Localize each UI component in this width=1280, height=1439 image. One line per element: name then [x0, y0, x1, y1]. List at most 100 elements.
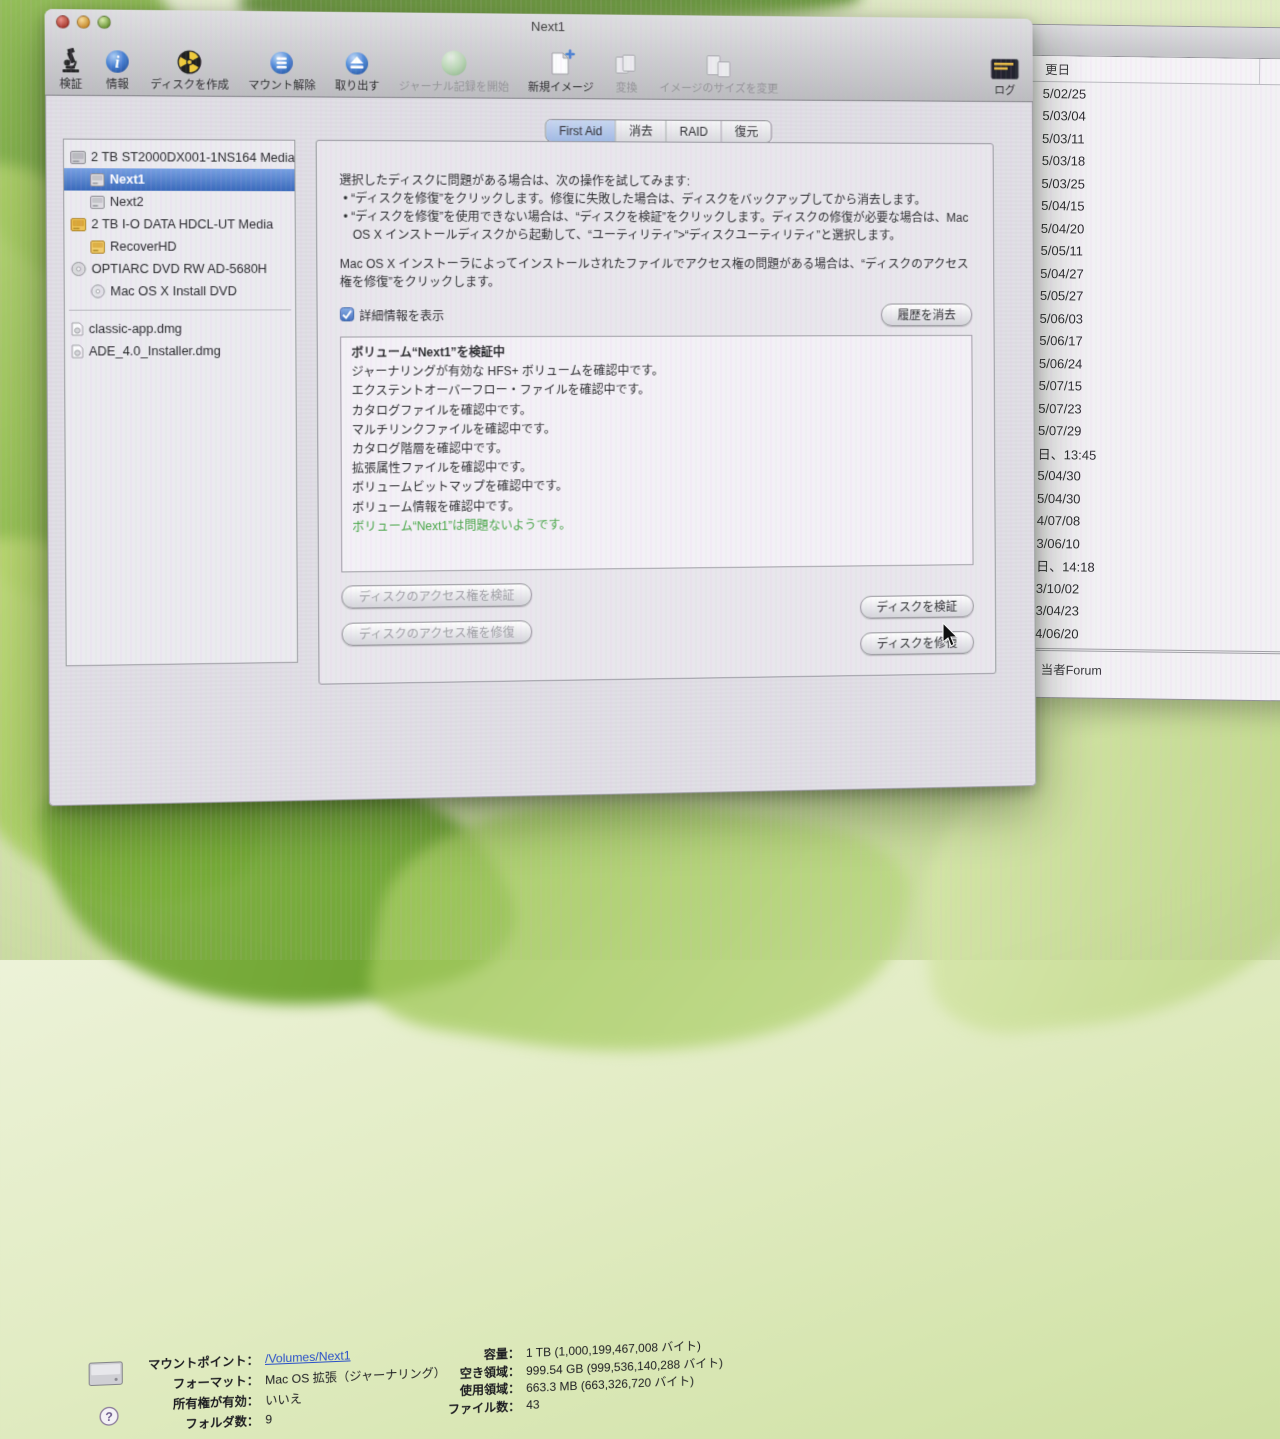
cell-size: 20 KB: [1255, 314, 1280, 331]
sidebar-item[interactable]: Mac OS X Install DVD: [65, 280, 295, 303]
optical-drive-icon: [71, 262, 87, 276]
device-sidebar: 2 TB ST2000DX001-1NS164 Media Next1 Next…: [63, 139, 298, 667]
cell-modified-date: 3/10/02: [1000, 580, 1252, 599]
cell-modified-date: 5/05/27: [1004, 288, 1256, 307]
sidebar-item[interactable]: OPTIARC DVD RW AD-5680H: [65, 258, 295, 280]
cell-size: 12 KB: [1252, 584, 1280, 601]
cell-modified-date: 5/07/15: [1003, 378, 1255, 397]
cell-modified-date: 5/04/20: [1005, 220, 1257, 239]
background-window-footer: 当者Forum: [999, 647, 1280, 682]
verify-disk-button[interactable]: ディスクを検証: [860, 595, 974, 619]
cell-size: 20 KB: [1259, 89, 1280, 106]
toolbar-button[interactable]: 新規イメージ: [528, 48, 594, 95]
sidebar-item[interactable]: 2 TB ST2000DX001-1NS164 Media: [64, 146, 294, 169]
toolbar-button[interactable]: ディスクを作成: [150, 45, 229, 93]
toolbar-button[interactable]: マウント解除: [248, 45, 316, 93]
toolbar-button[interactable]: ログ: [990, 52, 1019, 98]
tab[interactable]: 消去: [615, 120, 666, 141]
log-icon: [990, 52, 1019, 82]
cell-size: 20 KB: [1255, 336, 1280, 353]
verification-log[interactable]: ボリューム“Next1”を検証中ジャーナリングが有効な HFS+ ボリュームを確…: [340, 335, 973, 573]
volume-info-footer: ? マウントポイント： /Volumes/Next1 フォーマット： Mac O…: [49, 658, 1035, 806]
table-row[interactable]: 4/06/20 --: [999, 621, 1280, 649]
cell-size: 12 KB: [1251, 606, 1280, 623]
cell-size: 16 KB: [1252, 539, 1280, 556]
close-button[interactable]: [56, 15, 70, 28]
mouse-cursor: [940, 622, 962, 653]
help-button[interactable]: ?: [99, 1406, 120, 1432]
toolbar: 検証 i 情報 ディスクを作成 マウント解除 取り出す ジャーナル記録を開始 新…: [45, 32, 1033, 103]
cell-modified-date: 5/03/11: [1006, 130, 1258, 149]
sidebar-item[interactable]: RecoverHD: [64, 235, 294, 258]
clear-history-button[interactable]: 履歴を消去: [881, 303, 972, 326]
first-aid-intro: 選択したディスクに問題がある場合は、次の操作を試してみます:: [339, 171, 971, 191]
cell-size: 20 KB: [1256, 246, 1280, 263]
tab[interactable]: 復元: [721, 121, 771, 142]
convert-icon: [612, 49, 640, 79]
repair-permissions-button[interactable]: ディスクのアクセス権を修復: [342, 620, 532, 646]
sidebar-item[interactable]: 2 TB I-O DATA HDCL-UT Media: [64, 213, 294, 236]
info-icon: i: [104, 44, 131, 75]
sidebar-divider: [69, 309, 291, 310]
cell-size: 20 KB: [1258, 134, 1280, 151]
cell-modified-date: 5/03/18: [1006, 153, 1258, 172]
sidebar-item[interactable]: ADE_4.0_Installer.dmg: [65, 340, 295, 363]
mount-point-link[interactable]: /Volumes/Next1: [265, 1348, 351, 1366]
cell-size: --: [1252, 561, 1280, 578]
sidebar-item[interactable]: classic-app.dmg: [65, 317, 295, 340]
cell-size: 45 KB: [1253, 494, 1280, 511]
cell-modified-date: 4/06/20: [999, 625, 1251, 644]
cell-modified-date: 5/07/23: [1002, 400, 1254, 419]
verify-permissions-button[interactable]: ディスクのアクセス権を検証: [341, 583, 531, 608]
tab[interactable]: RAID: [666, 121, 721, 142]
tab-bar: First Aid消去RAID復元: [545, 119, 772, 143]
cell-size: 20 KB: [1258, 111, 1280, 128]
first-aid-bullet: • “ディスクを修復”を使用できない場合は、“ディスクを検証”をクリックします。…: [339, 207, 971, 244]
cell-modified-date: 5/03/25: [1005, 175, 1257, 194]
journal-icon: [439, 47, 469, 77]
window-content: First Aid消去RAID復元 2 TB ST2000DX001-1NS16…: [45, 96, 1036, 807]
cell-size: 20 KB: [1254, 404, 1280, 421]
cell-modified-date: 5/03/04: [1006, 108, 1258, 127]
cell-size: 20 KB: [1254, 449, 1280, 466]
cell-size: 20 KB: [1258, 156, 1280, 173]
toolbar-button[interactable]: i 情報: [104, 44, 131, 92]
cell-modified-date: 日、13:45: [1002, 443, 1254, 466]
cell-modified-date: 5/06/03: [1004, 310, 1256, 329]
tab[interactable]: First Aid: [546, 120, 615, 141]
resize-image-icon: [704, 49, 734, 79]
toolbar-button[interactable]: 変換: [612, 49, 640, 96]
mount-info-table: マウントポイント： /Volumes/Next1 フォーマット： Mac OS …: [134, 1341, 447, 1435]
column-header-modified-date[interactable]: 更日: [1007, 58, 1259, 81]
toolbar-button[interactable]: 取り出す: [335, 46, 380, 94]
microscope-icon: [57, 44, 84, 75]
cell-modified-date: 5/04/30: [1001, 468, 1253, 487]
new-image-icon: [546, 48, 576, 78]
cell-size: 33 KB: [1253, 471, 1280, 488]
volume-drive-icon: [88, 1359, 123, 1394]
column-header-size[interactable]: サイズ: [1259, 59, 1280, 86]
background-finder-window: 更日 サイズ 5/02/25 20 KB 5/03/04 20 KB 5/03/…: [997, 23, 1280, 702]
show-details-checkbox[interactable]: [340, 307, 354, 324]
sidebar-item[interactable]: Next2: [64, 191, 294, 214]
cell-modified-date: 5/04/27: [1004, 265, 1256, 284]
cell-modified-date: 5/02/25: [1007, 85, 1259, 104]
toolbar-button[interactable]: 検証: [57, 44, 84, 92]
disk-image-icon: [71, 344, 84, 358]
toolbar-button[interactable]: イメージのサイズを変更: [659, 49, 778, 97]
toolbar-button[interactable]: ジャーナル記録を開始: [399, 47, 509, 95]
desktop-leaf: [363, 761, 917, 1099]
cell-modified-date: 5/04/30: [1001, 490, 1253, 509]
zoom-button[interactable]: [97, 16, 111, 29]
cell-modified-date: 3/04/23: [999, 603, 1251, 622]
sidebar-item[interactable]: Next1: [64, 168, 294, 191]
external-disk-icon: [71, 218, 87, 231]
minimize-button[interactable]: [77, 15, 91, 28]
cell-size: 20 KB: [1254, 426, 1280, 443]
external-volume-icon: [90, 240, 105, 253]
cell-size: 20 KB: [1257, 179, 1280, 196]
permissions-note: Mac OS X インストーラによってインストールされたファイルでアクセス権の問…: [340, 255, 972, 291]
dvd-icon: [91, 284, 106, 298]
eject-icon: [344, 46, 371, 76]
log-line: ボリューム“Next1”を検証中: [351, 342, 962, 363]
